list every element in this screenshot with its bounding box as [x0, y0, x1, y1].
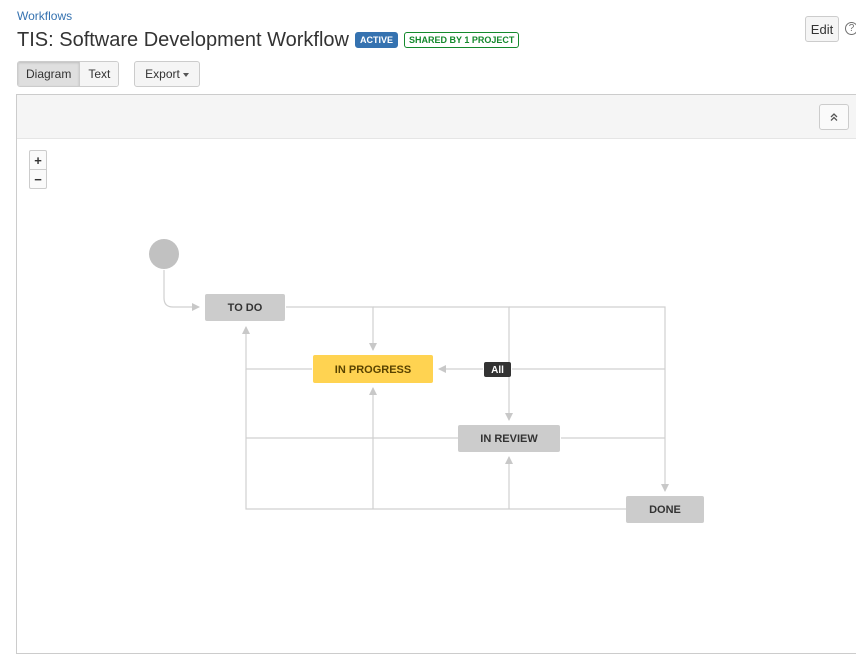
caret-down-icon — [182, 72, 189, 77]
workflow-diagram-panel — [16, 94, 856, 654]
zoom-out-button[interactable]: − — [30, 169, 46, 188]
export-dropdown-button[interactable]: Export — [134, 61, 200, 87]
status-label: IN PROGRESS — [335, 364, 411, 376]
question-circle-icon[interactable]: ? — [845, 22, 856, 35]
shared-by-projects-badge[interactable]: SHARED BY 1 PROJECT — [404, 32, 520, 48]
diagram-toolbar — [17, 95, 856, 139]
status-label: TO DO — [228, 302, 263, 314]
initial-state-node[interactable] — [149, 239, 179, 269]
double-chevron-up-icon — [830, 113, 838, 121]
collapse-header-button[interactable] — [819, 104, 849, 130]
export-label: Export — [145, 67, 180, 81]
title-row: TIS: Software Development Workflow ACTIV… — [17, 28, 520, 52]
status-label: DONE — [649, 504, 681, 516]
zoom-controls: + − — [29, 150, 47, 189]
tab-diagram[interactable]: Diagram — [18, 62, 80, 86]
status-label: IN REVIEW — [480, 433, 538, 445]
edit-button[interactable]: Edit — [805, 16, 839, 42]
status-in-review[interactable]: IN REVIEW — [458, 425, 560, 452]
breadcrumb-workflows[interactable]: Workflows — [17, 9, 72, 23]
view-toggle-group: Diagram Text — [17, 61, 120, 87]
status-in-progress[interactable]: IN PROGRESS — [313, 355, 433, 383]
status-done[interactable]: DONE — [626, 496, 704, 523]
all-transition-badge[interactable]: All — [484, 362, 511, 377]
tab-text[interactable]: Text — [79, 62, 119, 86]
all-transition-label: All — [491, 365, 504, 376]
status-todo[interactable]: TO DO — [205, 294, 285, 321]
zoom-in-button[interactable]: + — [30, 151, 46, 169]
status-badge-active: ACTIVE — [354, 32, 398, 48]
page-title: TIS: Software Development Workflow — [17, 28, 349, 51]
